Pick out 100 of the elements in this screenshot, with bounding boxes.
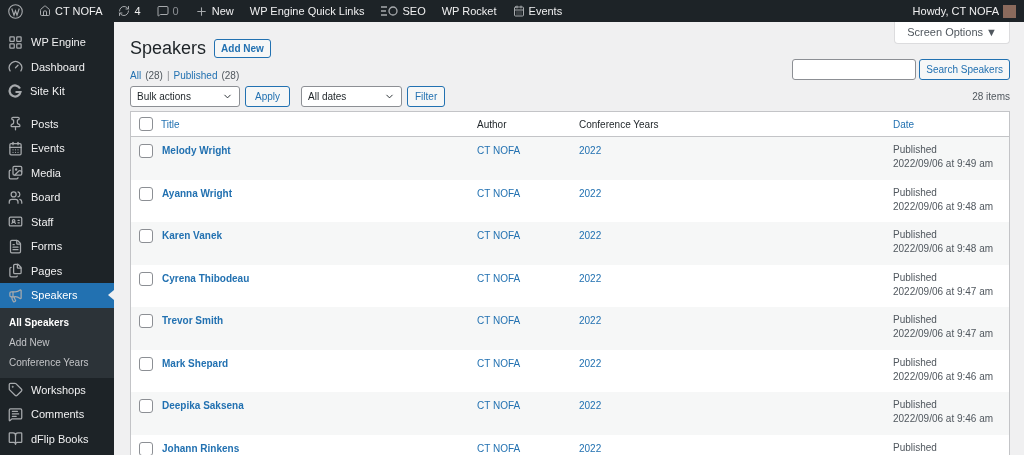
sidebar-item[interactable]: WP Engine (0, 30, 114, 55)
speaker-title-link[interactable]: Melody Wright (162, 143, 477, 158)
calendar-icon (512, 5, 525, 17)
year-link[interactable]: 2022 (579, 398, 893, 413)
author-link[interactable]: CT NOFA (477, 440, 579, 455)
year-link[interactable]: 2022 (579, 228, 893, 243)
author-link[interactable]: CT NOFA (477, 313, 579, 328)
updates-count[interactable]: 4 (134, 2, 141, 20)
checkbox[interactable] (139, 441, 153, 455)
sidebar-item[interactable]: Comments (0, 402, 114, 427)
sidebar-item[interactable]: Site Kit (0, 79, 114, 104)
status-count: (28) (221, 69, 240, 83)
apply-button[interactable]: Apply (245, 86, 290, 107)
date-filter-select[interactable]: All dates (301, 86, 402, 107)
speaker-title-link[interactable]: Mark Shepard (162, 355, 477, 371)
sidebar-item[interactable]: Board (0, 185, 114, 210)
checkbox[interactable] (139, 144, 153, 158)
avatar-placeholder[interactable] (1003, 4, 1016, 18)
author-link[interactable]: CT NOFA (477, 398, 579, 413)
tag-icon (8, 382, 23, 398)
sidebar-item[interactable]: Forms (0, 234, 114, 259)
speaker-title-link[interactable]: Cyrena Thibodeau (162, 270, 477, 286)
year-link[interactable]: 2022 (579, 143, 893, 158)
screen-options-button[interactable]: Screen Options ▼ (894, 22, 1010, 44)
sidebar-item[interactable]: Media (0, 160, 114, 185)
post-status: Published (893, 398, 938, 412)
speaker-title-link[interactable]: Karen Vanek (162, 228, 477, 243)
column-header: Author (477, 117, 508, 132)
year-link[interactable]: 2022 (579, 440, 893, 455)
grid-icon (8, 34, 23, 50)
filter-button[interactable]: Filter (407, 86, 446, 107)
column-header[interactable]: Title (161, 116, 477, 132)
wordpress-logo-icon[interactable] (8, 3, 23, 19)
updates-icon (118, 5, 131, 17)
year-link[interactable]: 2022 (579, 270, 893, 286)
status-count: (28) (145, 69, 163, 83)
sidebar-item[interactable]: Speakers (0, 283, 114, 308)
author-link[interactable]: CT NOFA (477, 228, 579, 243)
sidebar-item[interactable]: Workshops (0, 377, 114, 402)
toolbar-link[interactable]: Events (528, 2, 563, 20)
search-field[interactable] (792, 59, 917, 80)
toolbar-link[interactable]: SEO (402, 2, 426, 20)
author-link[interactable]: CT NOFA (477, 355, 579, 371)
post-date: 2022/09/06 at 9:46 am (893, 412, 994, 426)
year-link[interactable]: 2022 (579, 355, 893, 371)
post-status: Published (893, 313, 938, 327)
checkbox[interactable] (139, 271, 153, 286)
speaker-title-link[interactable]: Deepika Saksena (162, 398, 477, 413)
sidebar-item[interactable]: Dashboard (0, 54, 114, 79)
checkbox[interactable] (139, 229, 153, 243)
sidebar-item[interactable]: dFlip Books (0, 426, 114, 451)
author-link[interactable]: CT NOFA (477, 270, 579, 286)
greeting-link[interactable]: Howdy, CT NOFA (912, 2, 999, 20)
post-date: 2022/09/06 at 9:47 am (893, 284, 994, 299)
new-link[interactable]: New (211, 2, 234, 20)
speaker-title-link[interactable]: Johann Rinkens (162, 440, 477, 455)
items-count: 28 items (972, 90, 1010, 104)
form-icon (8, 238, 23, 254)
comments-count[interactable]: 0 (172, 2, 179, 20)
sidebar-item[interactable]: Staff (0, 209, 114, 234)
status-filter[interactable]: All (130, 68, 142, 83)
pin-icon (8, 116, 23, 132)
search-button[interactable]: Search Speakers (919, 59, 1010, 80)
toolbar-link[interactable]: WP Engine Quick Links (249, 2, 365, 20)
checkbox[interactable] (139, 117, 153, 131)
checkbox[interactable] (139, 356, 153, 371)
submenu-item[interactable]: Conference Years (0, 352, 114, 373)
status-filter[interactable]: Published (173, 68, 218, 83)
post-status: Published (893, 185, 938, 200)
author-link[interactable]: CT NOFA (477, 185, 579, 201)
post-status: Published (893, 355, 938, 370)
sidebar-item[interactable]: Events (0, 136, 114, 161)
plus-icon (194, 4, 208, 18)
column-header[interactable]: Date (893, 116, 915, 132)
speaker-title-link[interactable]: Trevor Smith (162, 313, 477, 328)
submenu-item[interactable]: All Speakers (0, 312, 114, 333)
post-status: Published (893, 228, 938, 242)
author-link[interactable]: CT NOFA (477, 143, 579, 158)
seo-icon (380, 6, 399, 16)
book-icon (8, 431, 23, 447)
sidebar-item[interactable]: Posts (0, 111, 114, 136)
site-link[interactable]: CT NOFA (55, 2, 103, 20)
pages-icon (8, 263, 23, 279)
g-logo-icon (8, 84, 22, 99)
calendar-icon (8, 140, 23, 156)
bulk-actions-select[interactable]: Bulk actions (130, 86, 240, 107)
year-link[interactable]: 2022 (579, 313, 893, 328)
post-date: 2022/09/06 at 9:47 am (893, 327, 994, 341)
add-new-button[interactable]: Add New (214, 39, 271, 58)
year-link[interactable]: 2022 (579, 185, 893, 201)
sidebar-item[interactable]: Pages (0, 258, 114, 283)
column-header: Conference Years (579, 117, 660, 132)
toolbar-link[interactable]: WP Rocket (441, 2, 497, 20)
speaker-title-link[interactable]: Ayanna Wright (162, 185, 477, 201)
checkbox[interactable] (139, 314, 153, 328)
id-card-icon (8, 214, 23, 230)
checkbox[interactable] (139, 186, 153, 201)
home-icon (39, 5, 51, 17)
submenu-item[interactable]: Add New (0, 332, 114, 353)
checkbox[interactable] (139, 399, 153, 413)
